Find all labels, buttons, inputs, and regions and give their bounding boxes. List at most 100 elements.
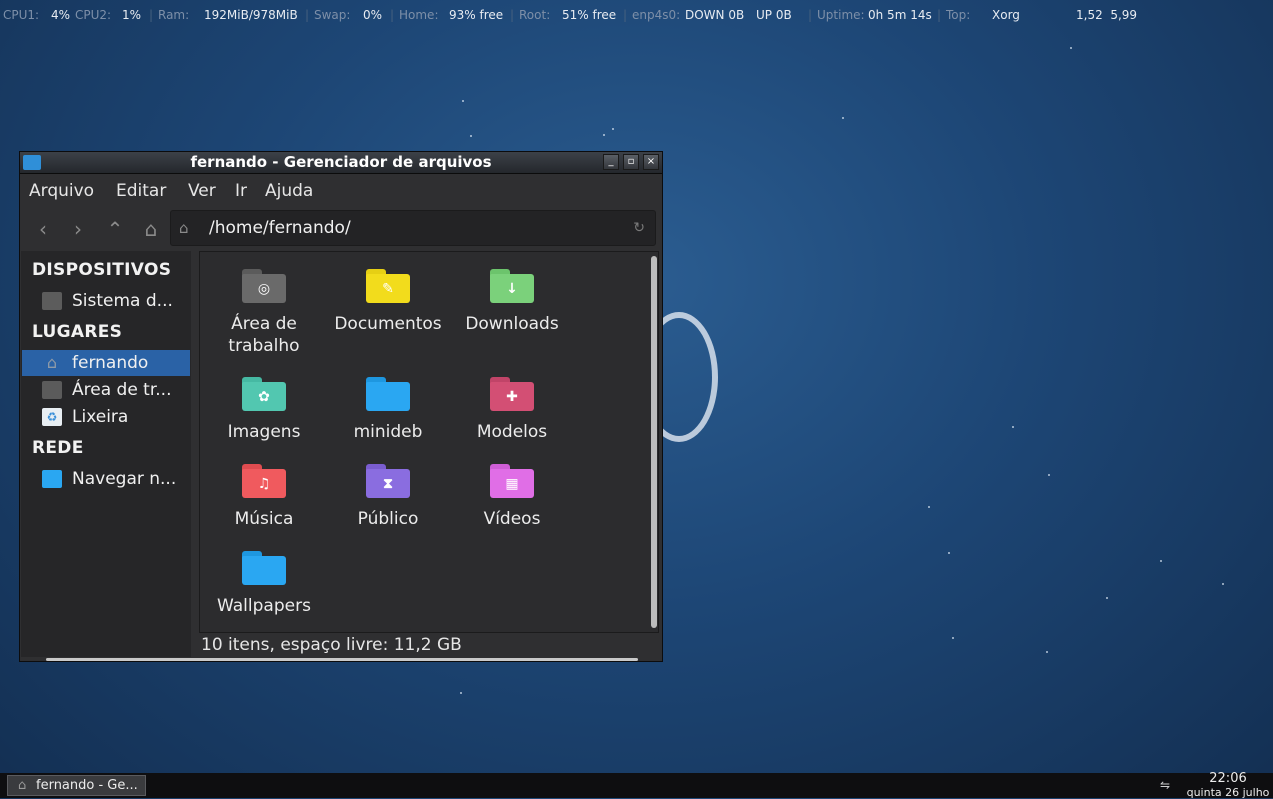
location-path[interactable]: /home/fernando/ [209,211,351,245]
file-name: Imagens [227,422,301,442]
menu-ver[interactable]: Ver [188,174,216,208]
pictures-folder-icon: ✿ [242,377,286,411]
vertical-scrollbar[interactable] [651,256,657,628]
clock-date[interactable]: quinta 26 julho [1180,786,1273,799]
reload-icon[interactable]: ↻ [633,211,645,245]
menu-ajuda[interactable]: Ajuda [265,174,313,208]
load-average: 1,52 5,99 [1076,8,1138,22]
cpu1-label: CPU1: [3,8,40,22]
home-label: Home: [399,8,439,22]
location-toolbar: ‹ › ⌃ ⌂ ⌂ /home/fernando/ ↻ [20,208,662,250]
file-manager-window: fernando - Gerenciador de arquivos _ ▫ ×… [19,151,663,662]
uptime-value: 0h 5m 14s [868,8,932,22]
network-icon [42,470,62,488]
file-name: Modelos [476,422,548,442]
templates-folder-icon: ✚ [490,377,534,411]
parent-folder-icon[interactable]: ⌃ [103,217,127,241]
menu-bar: Arquivo Editar Ver Ir Ajuda [20,174,662,208]
system-monitor-bar: CPU1: 4% CPU2: 1% | Ram: 192MiB/978MiB |… [0,0,1273,30]
file-name: Área de trabalho [228,314,300,356]
music-folder-icon: ♫ [242,464,286,498]
top-process: Xorg [992,8,1020,22]
taskbar-window-button[interactable]: ⌂ fernando - Ge... [7,775,146,796]
file-item-imagens[interactable]: ✿ Imagens [202,377,326,443]
menu-editar[interactable]: Editar [116,174,166,208]
sidebar-item-filesystem[interactable]: Sistema d... [22,288,190,314]
network-tray-icon[interactable]: ⇋ [1160,778,1178,792]
file-name: Público [357,509,419,529]
desktop-folder-icon: ◎ [242,269,286,303]
swap-label: Swap: [314,8,351,22]
status-text: 10 itens, espaço livre: 11,2 GB [201,635,462,655]
sidebar-item-label: Lixeira [72,407,129,427]
sidebar-header-network: REDE [32,438,84,458]
horizontal-scrollbar[interactable] [46,658,638,661]
sidebar-item-network[interactable]: Navegar n... [22,466,190,492]
folder-icon [366,377,410,411]
home-icon[interactable]: ⌂ [139,217,163,241]
file-item-minideb[interactable]: minideb [326,377,450,443]
sidebar-item-label: fernando [72,353,149,373]
videos-folder-icon: ▦ [490,464,534,498]
sidebar-header-places: LUGARES [32,322,123,342]
file-item-documentos[interactable]: ✎ Documentos [326,269,450,335]
sidebar-item-desktop[interactable]: Área de tr... [22,377,190,403]
sidebar-item-fernando[interactable]: ⌂ fernando [22,350,190,376]
sidebar-item-trash[interactable]: ♻ Lixeira [22,404,190,430]
top-label: Top: [946,8,971,22]
file-name: minideb [353,422,423,442]
window-titlebar[interactable]: fernando - Gerenciador de arquivos _ ▫ × [20,152,662,174]
menu-ir[interactable]: Ir [235,174,247,208]
divider: | [390,8,395,22]
file-item-desktop[interactable]: ◎ Área de trabalho [202,269,326,357]
file-name: Vídeos [483,509,541,529]
file-item-musica[interactable]: ♫ Música [202,464,326,530]
window-title: fernando - Gerenciador de arquivos [190,153,492,171]
network-up: UP 0B [756,8,792,22]
cpu1-value: 4% [51,8,71,22]
file-name: Documentos [334,314,442,334]
home-icon: ⌂ [46,353,58,372]
file-view: ◎ Área de trabalho ✎ Documentos ↓ Downlo… [199,251,659,633]
sidebar-item-label: Sistema d... [72,291,173,311]
taskbar: ⌂ fernando - Ge... [0,773,1273,798]
file-item-publico[interactable]: ⧗ Público [326,464,450,530]
swap-value: 0% [363,8,383,22]
minimize-button[interactable]: _ [603,154,619,170]
file-name: Música [234,509,294,529]
maximize-button[interactable]: ▫ [623,154,639,170]
desktop-folder-icon [42,381,62,399]
divider: | [510,8,515,22]
uptime-label: Uptime: [817,8,865,22]
downloads-folder-icon: ↓ [490,269,534,303]
drive-icon [42,292,62,310]
cpu2-label: CPU2: [75,8,112,22]
folder-icon [242,551,286,585]
back-icon[interactable]: ‹ [31,217,55,241]
cpu2-value: 1% [122,8,142,22]
sidebar-header-devices: DISPOSITIVOS [32,260,172,280]
sidebar-item-label: Navegar n... [72,469,177,489]
close-button[interactable]: × [643,154,659,170]
sidebar-item-label: Área de tr... [72,380,172,400]
menu-arquivo[interactable]: Arquivo [29,174,94,208]
location-entry[interactable]: ⌂ /home/fernando/ ↻ [170,210,656,246]
divider: | [937,8,942,22]
file-item-videos[interactable]: ▦ Vídeos [450,464,574,530]
file-item-wallpapers[interactable]: Wallpapers [202,551,326,617]
file-item-modelos[interactable]: ✚ Modelos [450,377,574,443]
root-value: 51% free [562,8,617,22]
status-bar: 10 itens, espaço livre: 11,2 GB [192,633,662,657]
file-item-downloads[interactable]: ↓ Downloads [450,269,574,335]
trash-icon: ♻ [42,408,62,426]
home-value: 93% free [449,8,504,22]
file-name: Downloads [465,314,559,334]
divider: | [808,8,813,22]
ram-label: Ram: [158,8,190,22]
divider: | [149,8,154,22]
forward-icon[interactable]: › [66,217,90,241]
home-icon: ⌂ [18,778,27,793]
clock-time[interactable]: 22:06 [1190,771,1266,786]
documents-folder-icon: ✎ [366,269,410,303]
location-home-icon: ⌂ [179,219,189,237]
